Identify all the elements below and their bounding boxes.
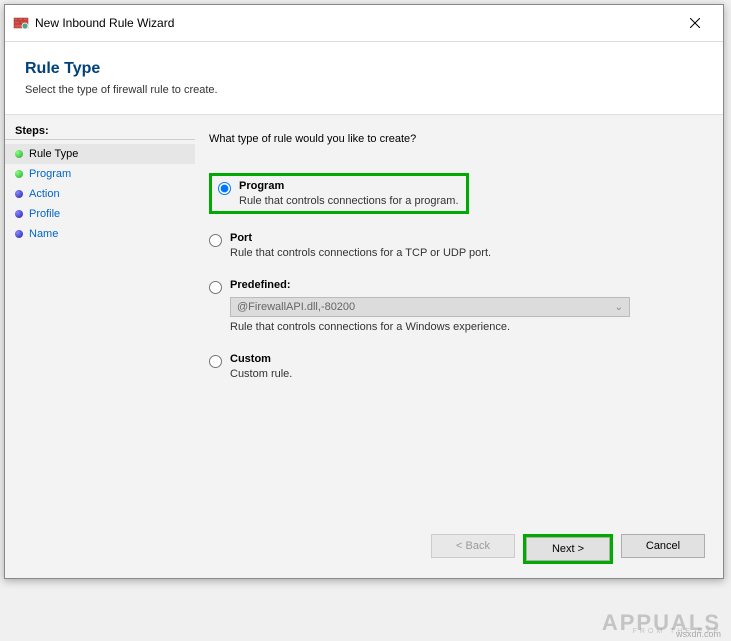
sidebar-item-label[interactable]: Profile (29, 208, 60, 220)
sidebar-item-rule-type[interactable]: Rule Type (5, 144, 195, 164)
option-port-desc: Rule that controls connections for a TCP… (230, 247, 709, 259)
wizard-footer: < Back Next > Cancel (5, 520, 723, 578)
steps-sidebar: Steps: Rule Type Program Action Profile … (5, 115, 195, 520)
sidebar-item-program[interactable]: Program (5, 164, 195, 184)
chevron-down-icon: ⌄ (615, 302, 623, 313)
radio-port[interactable] (209, 234, 222, 247)
option-program[interactable]: Program Rule that controls connections f… (209, 173, 469, 214)
sidebar-item-label: Rule Type (29, 148, 78, 160)
content-prompt: What type of rule would you like to crea… (209, 133, 709, 145)
sidebar-item-label[interactable]: Action (29, 188, 60, 200)
titlebar: New Inbound Rule Wizard (5, 5, 723, 42)
option-predefined[interactable]: Predefined: @FirewallAPI.dll,-80200 ⌄ Ru… (209, 277, 709, 335)
wizard-content: What type of rule would you like to crea… (195, 115, 723, 520)
cancel-button[interactable]: Cancel (621, 534, 705, 558)
option-custom-label: Custom (230, 353, 709, 365)
option-port-label: Port (230, 232, 709, 244)
close-button[interactable] (675, 11, 715, 35)
radio-custom[interactable] (209, 355, 222, 368)
window-title: New Inbound Rule Wizard (35, 16, 675, 30)
step-bullet-icon (15, 150, 23, 158)
page-subtitle: Select the type of firewall rule to crea… (25, 84, 707, 96)
back-button: < Back (431, 534, 515, 558)
option-port[interactable]: Port Rule that controls connections for … (209, 230, 709, 261)
wizard-window: New Inbound Rule Wizard Rule Type Select… (4, 4, 724, 579)
radio-program[interactable] (218, 182, 231, 195)
sidebar-item-name[interactable]: Name (5, 224, 195, 244)
page-title: Rule Type (25, 60, 707, 78)
option-program-label: Program (239, 180, 460, 192)
step-bullet-icon (15, 210, 23, 218)
option-predefined-desc: Rule that controls connections for a Win… (230, 321, 709, 333)
step-bullet-icon (15, 170, 23, 178)
option-custom-desc: Custom rule. (230, 368, 709, 380)
firewall-icon (13, 15, 29, 31)
watermark-site: wsxdn.com (676, 629, 721, 639)
sidebar-item-label[interactable]: Name (29, 228, 58, 240)
wizard-header: Rule Type Select the type of firewall ru… (5, 42, 723, 114)
option-custom[interactable]: Custom Custom rule. (209, 351, 709, 382)
close-icon (690, 18, 700, 28)
sidebar-item-profile[interactable]: Profile (5, 204, 195, 224)
next-button-highlight: Next > (523, 534, 613, 564)
wizard-body: Steps: Rule Type Program Action Profile … (5, 114, 723, 520)
sidebar-item-label[interactable]: Program (29, 168, 71, 180)
step-bullet-icon (15, 190, 23, 198)
next-button[interactable]: Next > (526, 537, 610, 561)
option-predefined-label: Predefined: (230, 279, 709, 291)
radio-predefined[interactable] (209, 281, 222, 294)
sidebar-item-action[interactable]: Action (5, 184, 195, 204)
steps-heading: Steps: (5, 121, 195, 140)
predefined-dropdown-value: @FirewallAPI.dll,-80200 (237, 301, 355, 313)
option-program-desc: Rule that controls connections for a pro… (239, 195, 460, 207)
predefined-dropdown[interactable]: @FirewallAPI.dll,-80200 ⌄ (230, 297, 630, 317)
step-bullet-icon (15, 230, 23, 238)
